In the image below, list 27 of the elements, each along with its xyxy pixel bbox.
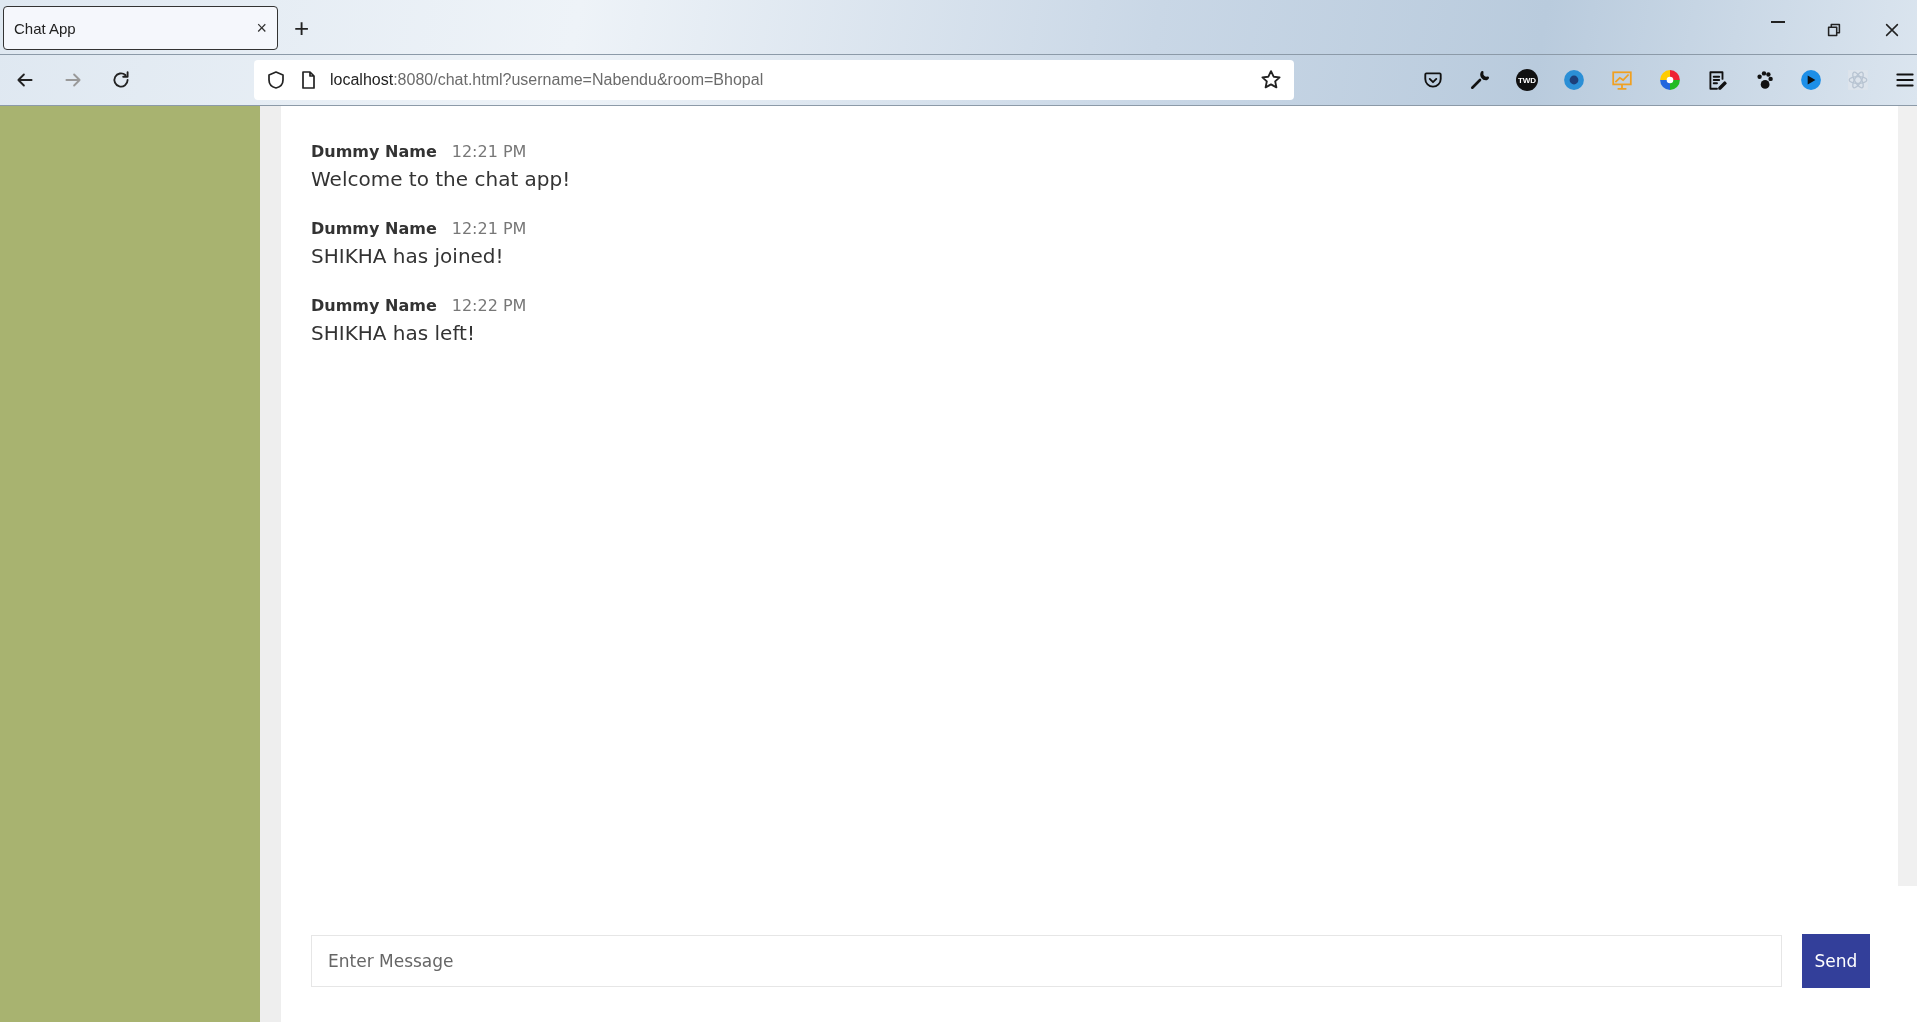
tab-title: Chat App: [14, 19, 76, 37]
play-icon[interactable]: [1800, 69, 1822, 91]
extension-badge-icon[interactable]: TWD: [1516, 69, 1538, 91]
message-input[interactable]: Enter Message: [311, 935, 1782, 987]
star-icon: [1260, 69, 1282, 91]
wrench-icon: [1469, 69, 1491, 91]
send-button[interactable]: Send: [1802, 934, 1870, 988]
message-time: 12:22 PM: [451, 296, 527, 315]
notes-icon: [1706, 69, 1728, 91]
scrollbar[interactable]: [1898, 106, 1917, 886]
message-author: Dummy Name: [311, 142, 437, 161]
message-text: SHIKHA has left!: [311, 321, 476, 345]
address-bar[interactable]: localhost:8080/chat.html?username=Nabendu&room=Bhopal: [254, 60, 1294, 100]
message-text: SHIKHA has joined!: [311, 244, 505, 268]
message-author: Dummy Name: [311, 219, 437, 238]
message-author: Dummy Name: [311, 296, 437, 315]
minimize-icon[interactable]: [1771, 20, 1785, 23]
new-tab-button[interactable]: +: [288, 13, 316, 44]
url-text: localhost:8080/chat.html?username=Nabendu&room=Bhopal: [330, 71, 764, 89]
message-time: 12:21 PM: [451, 219, 527, 238]
globe-icon[interactable]: [1563, 69, 1585, 91]
close-tab-button[interactable]: ×: [256, 17, 267, 39]
color-wheel-icon[interactable]: [1659, 69, 1681, 91]
message-time: 12:21 PM: [451, 142, 527, 161]
message-text: Welcome to the chat app!: [311, 167, 572, 191]
shield-icon: [266, 70, 286, 90]
browser-tab[interactable]: Chat App ×: [3, 6, 278, 50]
